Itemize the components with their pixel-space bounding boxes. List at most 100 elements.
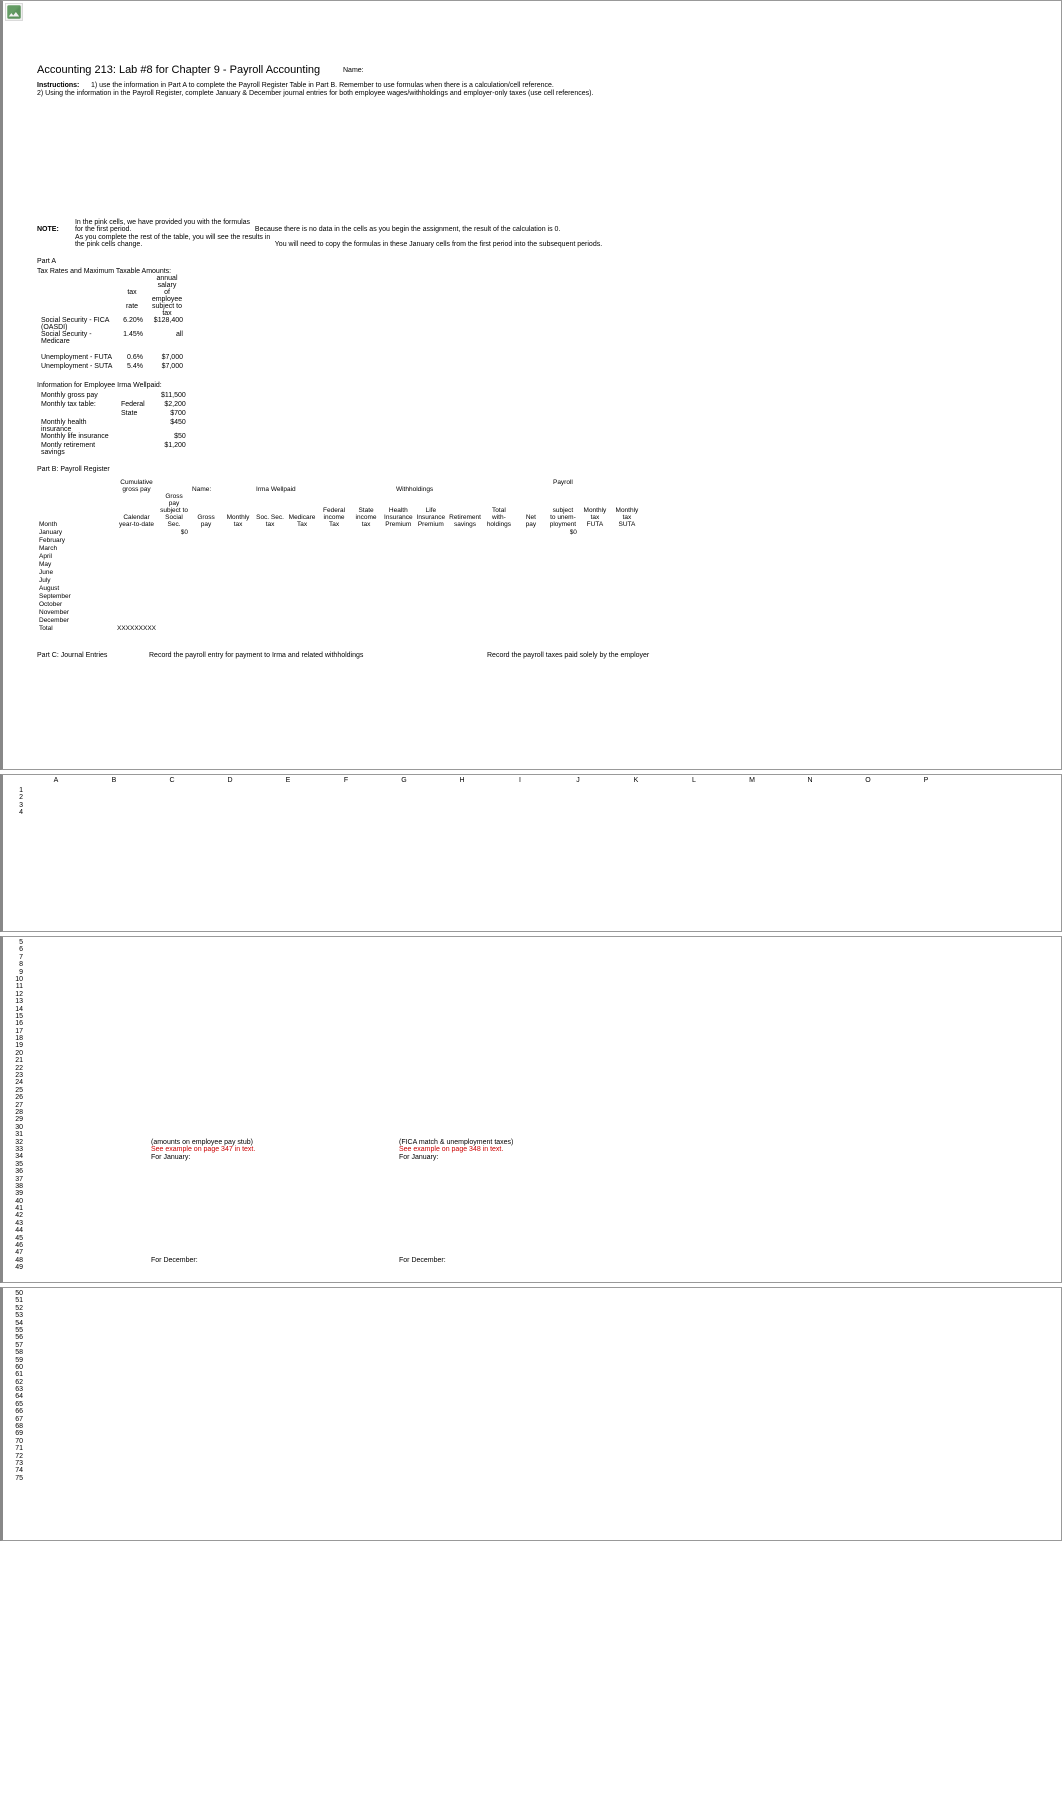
reg-header: Calendaryear-to-date [115,493,158,528]
row-number: 70 [3,1438,23,1445]
info-row: Monthly health insurance$450 [37,419,190,433]
reg-header: MonthlytaxFUTA [579,493,611,528]
row-number: 47 [3,1249,23,1256]
column-letter: G [375,777,433,787]
row-number: 26 [3,1094,23,1101]
row-number: 69 [3,1430,23,1437]
row-number: 71 [3,1445,23,1452]
row-number: 60 [3,1364,23,1371]
register-row: June [37,568,643,576]
column-letter: B [85,777,143,787]
row-number: 28 [3,1109,23,1116]
column-letter: D [201,777,259,787]
info-row: Monthly gross pay$11,500 [37,392,190,401]
grid-annotation: (amounts on employee pay stub) [151,1139,253,1146]
row-number: 54 [3,1320,23,1327]
row-number: 29 [3,1116,23,1123]
note-block: NOTE: In the pink cells, we have provide… [37,219,1027,248]
reg-header: Monthlytax [222,493,254,528]
column-letters: ABCDEFGHIJKLMNOP [27,777,1061,787]
column-letter: A [27,777,85,787]
column-letter: E [259,777,317,787]
info-row: Monthly tax table:Federal$2,200 [37,401,190,410]
row-number: 74 [3,1467,23,1474]
note-line1-right: Because there is no data in the cells as… [255,226,560,233]
register-row: February [37,536,643,544]
grid-annotation: For December: [399,1257,446,1264]
row-number: 5 [3,939,23,946]
column-letter: N [781,777,839,787]
row-number: 9 [3,969,23,976]
column-letter: I [491,777,549,787]
row-number: 49 [3,1264,23,1271]
row-number: 73 [3,1460,23,1467]
row-number: 19 [3,1042,23,1049]
column-letter: J [549,777,607,787]
tax-rates-table: annual salary tax of employee rate subje… [37,275,187,372]
note-label: NOTE: [37,226,73,233]
register-row: January$0$0 [37,528,643,536]
row-number: 15 [3,1013,23,1020]
row-number: 14 [3,1006,23,1013]
register-row: August [37,584,643,592]
employee-info-title: Information for Employee Irma Wellpaid: [37,382,1027,389]
reg-header: Netpay [515,493,547,528]
reg-header: Month [37,493,115,528]
reg-name-label: Name: [190,479,222,493]
instruction-2: 2) Using the information in the Payroll … [37,90,1027,97]
register-row: May [37,560,643,568]
reg-header: MedicareTax [286,493,318,528]
part-a-subtitle: Tax Rates and Maximum Taxable Amounts: [37,268,1027,275]
note-line1-left: In the pink cells, we have provided you … [75,219,253,233]
part-b-title: Part B: Payroll Register [37,466,1027,473]
row-number: 65 [3,1401,23,1408]
row-number: 12 [3,991,23,998]
row-number: 44 [3,1227,23,1234]
rate-row: Social Security - FICA (OASDI)6.20%$128,… [37,317,187,331]
row-number: 4 [3,809,23,816]
instructions-row: Instructions: 1) use the information in … [37,82,1027,89]
page-2a: ABCDEFGHIJKLMNOP 1234 [0,774,1062,932]
row-number: 20 [3,1050,23,1057]
note-line2-left: As you complete the rest of the table, y… [75,234,273,248]
row-number: 27 [3,1102,23,1109]
part-c-right-instruction: Record the payroll taxes paid solely by … [487,652,1027,659]
rate-row: Social Security - Medicare1.45%all [37,331,187,345]
col-header-salary: annual salary [147,275,187,289]
row-number: 64 [3,1393,23,1400]
row-number: 68 [3,1423,23,1430]
register-row: December [37,616,643,624]
row-number: 53 [3,1312,23,1319]
broken-image-icon [5,3,27,25]
column-letter: L [665,777,723,787]
row-numbers-2b: 5678910111213141516171819202122232425262… [3,939,27,1272]
row-number: 31 [3,1131,23,1138]
row-number: 67 [3,1416,23,1423]
row-number: 62 [3,1379,23,1386]
reg-header: LifeInsurancePremium [415,493,448,528]
row-number: 24 [3,1079,23,1086]
column-letter: P [897,777,955,787]
row-number: 45 [3,1235,23,1242]
column-letter: F [317,777,375,787]
row-number: 2 [3,794,23,801]
column-letter: O [839,777,897,787]
row-number: 66 [3,1408,23,1415]
column-letter: C [143,777,201,787]
row-number: 17 [3,1028,23,1035]
page-title: Accounting 213: Lab #8 for Chapter 9 - P… [37,64,1027,76]
row-number: 1 [3,787,23,794]
register-row: July [37,576,643,584]
row-number: 35 [3,1161,23,1168]
reg-header: Retirementsavings [447,493,483,528]
row-number: 57 [3,1342,23,1349]
register-row: April [37,552,643,560]
row-number: 63 [3,1386,23,1393]
row-number: 10 [3,976,23,983]
rate-row [37,345,187,354]
row-number: 40 [3,1198,23,1205]
part-c-row: Part C: Journal Entries Record the payro… [37,652,1027,659]
reg-header: Soc. Sec.tax [254,493,286,528]
grid-annotation: For January: [151,1154,190,1161]
rate-row: Unemployment - SUTA5.4%$7,000 [37,363,187,372]
